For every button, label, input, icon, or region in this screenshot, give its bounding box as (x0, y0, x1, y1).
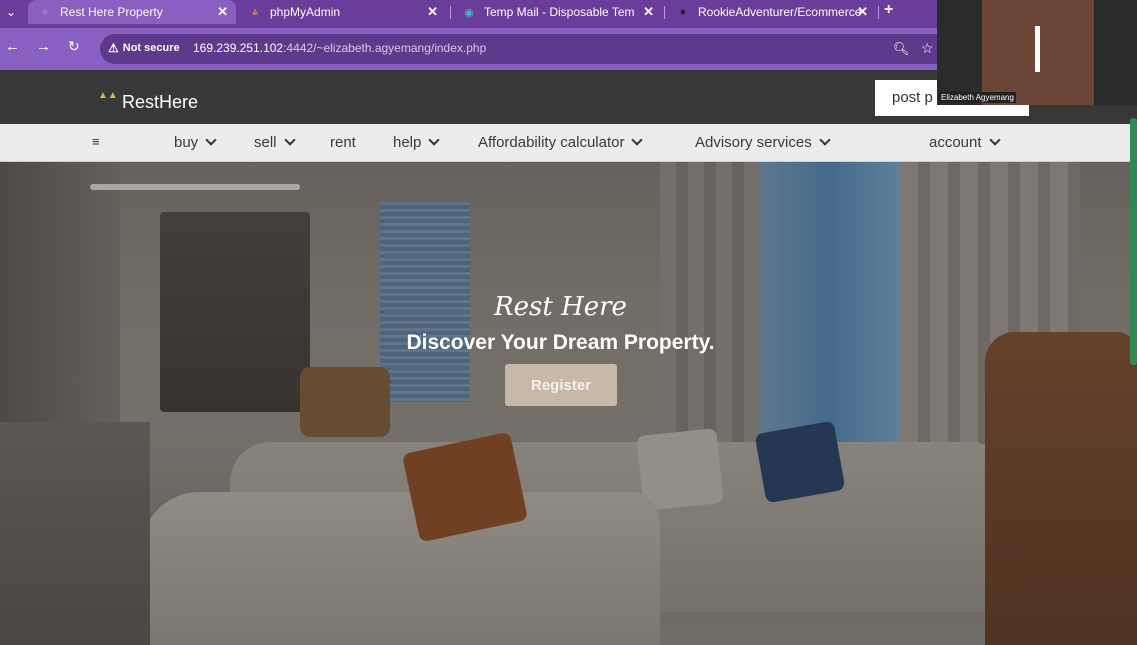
nav-item-help[interactable]: help (393, 133, 441, 151)
nav-item-affordability-calculator[interactable]: Affordability calculator (478, 133, 644, 151)
hero-headline: Discover Your Dream Property. (406, 331, 715, 354)
chevron-down-icon (205, 133, 217, 146)
nav-item-buy[interactable]: buy (174, 133, 217, 151)
hero-section: Rest Here Discover Your Dream Property. … (0, 162, 1137, 645)
close-icon[interactable]: ✕ (217, 4, 228, 20)
close-icon[interactable]: ✕ (427, 4, 438, 20)
tab-separator (450, 6, 451, 19)
github-icon: ● (679, 6, 687, 18)
nav-item-rent[interactable]: rent (330, 134, 356, 151)
tab-title: Temp Mail - Disposable Tempo (484, 5, 634, 19)
chevron-down-icon (819, 133, 831, 146)
nav-item-advisory-services[interactable]: Advisory services (695, 133, 831, 151)
nav-item-account[interactable]: account (929, 133, 1001, 151)
warning-triangle-icon: ⚠ (108, 41, 119, 55)
nav-item-label: buy (174, 134, 199, 151)
tab-rest-here-property[interactable]: ● Rest Here Property ✕ (28, 0, 236, 24)
address-bar[interactable]: ⚠ Not secure 169.239.251.102:4442/~eliza… (100, 34, 950, 64)
hamburger-menu-icon[interactable]: ≡ (92, 134, 100, 149)
nav-item-label: Affordability calculator (478, 134, 625, 151)
tab-github[interactable]: ● RookieAdventurer/Ecommerce ✕ (666, 0, 876, 24)
tab-search-chevron-icon[interactable]: ⌄ (0, 0, 22, 24)
tab-title: RookieAdventurer/Ecommerce (698, 5, 862, 19)
url-path: :4442/~elizabeth.agyemang/index.php (283, 41, 487, 55)
nav-item-label: rent (330, 134, 356, 151)
new-tab-plus-icon[interactable]: + (884, 1, 893, 19)
nav-item-label: Advisory services (695, 134, 812, 151)
tab-phpmyadmin[interactable]: ⩓ phpMyAdmin ✕ (238, 0, 446, 24)
security-indicator[interactable]: ⚠ Not secure (108, 41, 180, 55)
page-scrollbar[interactable] (1130, 118, 1137, 365)
zoom-icon[interactable]: 🔍︎ (893, 41, 910, 57)
url-host: 169.239.251.102 (193, 41, 284, 55)
close-icon[interactable]: ✕ (643, 4, 654, 20)
main-navbar: ≡ buy sell rent help Affordability calcu… (0, 124, 1137, 162)
nav-item-label: help (393, 134, 422, 151)
phpmyadmin-icon: ⩓ (251, 5, 259, 18)
tab-separator (664, 6, 665, 19)
bookmark-star-icon[interactable]: ☆ (921, 40, 934, 57)
nav-item-sell[interactable]: sell (254, 133, 296, 151)
nav-item-label: sell (254, 134, 277, 151)
back-arrow-icon[interactable]: ← (5, 38, 20, 55)
participant-name: Elizabeth Agyemang (939, 92, 1016, 103)
tab-temp-mail[interactable]: ◉ Temp Mail - Disposable Tempo ✕ (452, 0, 662, 24)
logo-icon: ▲▲ (98, 90, 118, 101)
security-label: Not secure (122, 42, 180, 54)
url-text[interactable]: 169.239.251.102:4442/~elizabeth.agyemang… (193, 41, 486, 55)
close-icon[interactable]: ✕ (857, 4, 868, 20)
forward-arrow-icon[interactable]: → (36, 38, 51, 55)
chevron-down-icon (283, 133, 296, 146)
globe-icon: ● (41, 6, 49, 18)
tab-separator (878, 6, 879, 19)
chevron-down-icon (631, 133, 644, 146)
brand-name[interactable]: RestHere (122, 92, 198, 113)
nav-item-label: account (929, 134, 982, 151)
chevron-down-icon (988, 133, 1001, 146)
chevron-down-icon (428, 133, 441, 146)
tab-title: phpMyAdmin (270, 5, 341, 19)
video-call-tile: Elizabeth Agyemang (937, 0, 1137, 105)
register-button[interactable]: Register (505, 364, 617, 406)
tab-title: Rest Here Property (60, 5, 163, 19)
tempmail-icon: ◉ (464, 6, 474, 19)
reload-icon[interactable]: ↻ (68, 38, 80, 55)
hero-script-title: Rest Here (494, 292, 627, 322)
video-cursor-bar (1035, 26, 1040, 72)
